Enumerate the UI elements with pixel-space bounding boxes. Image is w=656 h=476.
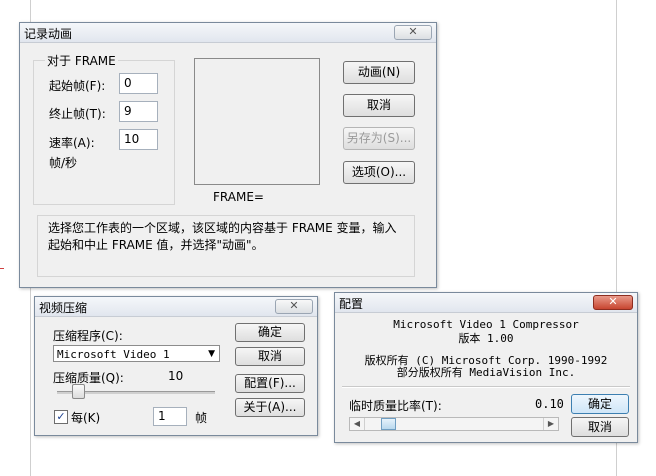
rate-label: 速率(A): — [49, 136, 95, 150]
chevron-down-icon: ▼ — [208, 349, 215, 359]
temporal-quality-label: 临时质量比率(T): — [349, 399, 442, 413]
compressor-label: 压缩程序(C): — [53, 329, 123, 343]
cancel-button[interactable]: 取消 — [235, 347, 305, 366]
quality-slider[interactable] — [57, 384, 215, 399]
about-button[interactable]: 关于(A)... — [235, 398, 305, 417]
temporal-quality-thumb[interactable] — [381, 418, 396, 430]
rate-unit-label: 帧/秒 — [49, 156, 78, 170]
cancel-button[interactable]: 取消 — [343, 94, 415, 117]
quality-slider-thumb[interactable] — [72, 384, 85, 399]
animate-button[interactable]: 动画(N) — [343, 61, 415, 84]
frame-group-title: 对于 FRAME — [45, 52, 118, 69]
compressor-value: Microsoft Video 1 — [57, 348, 170, 361]
every-frames-input[interactable]: 1 — [153, 407, 187, 426]
quality-value: 10 — [168, 369, 184, 383]
video-compression-dialog: 视频压缩 ✕ 压缩程序(C): Microsoft Video 1 ▼ 压缩质量… — [34, 296, 318, 436]
save-as-button[interactable]: 另存为(S)... — [343, 127, 415, 150]
separator — [342, 386, 630, 388]
record-animation-dialog: 记录动画 ✕ 对于 FRAME 起始帧(F): 0 终止帧(T): 9 速率(A… — [19, 22, 437, 288]
every-label: 每(K) — [71, 411, 101, 425]
record-animation-titlebar[interactable]: 记录动画 ✕ — [20, 23, 436, 43]
every-unit-label: 帧 — [195, 411, 208, 425]
close-icon[interactable]: ✕ — [394, 25, 432, 40]
scroll-left-icon[interactable]: ◀ — [350, 418, 365, 430]
video-compression-titlebar[interactable]: 视频压缩 ✕ — [35, 297, 317, 317]
end-frame-label: 终止帧(T): — [49, 107, 106, 121]
background-marker — [0, 268, 4, 269]
cancel-button[interactable]: 取消 — [571, 417, 629, 437]
end-frame-input[interactable]: 9 — [119, 101, 158, 122]
dialog-title: 记录动画 — [24, 27, 73, 41]
ok-button[interactable]: 确定 — [571, 394, 629, 414]
compressor-select[interactable]: Microsoft Video 1 ▼ — [53, 345, 220, 362]
product-version: 版本 1.00 — [458, 332, 514, 345]
description-panel: 选择您工作表的一个区域，该区域的内容基于 FRAME 变量，输入起始和中止 FR… — [37, 215, 415, 277]
description-text: 选择您工作表的一个区域，该区域的内容基于 FRAME 变量，输入起始和中止 FR… — [48, 221, 397, 252]
configure-button[interactable]: 配置(F)... — [235, 374, 305, 393]
frame-preview — [194, 58, 320, 185]
rate-input[interactable]: 10 — [119, 129, 158, 150]
frame-value-label: FRAME= — [213, 190, 264, 204]
start-frame-input[interactable]: 0 — [119, 73, 158, 94]
temporal-quality-value: 0.10 — [535, 397, 564, 411]
every-checkbox[interactable]: ✓ — [54, 410, 68, 424]
scroll-right-icon[interactable]: ▶ — [543, 418, 558, 430]
configure-titlebar[interactable]: 配置 ✕ — [335, 293, 637, 313]
temporal-quality-scrollbar[interactable]: ◀ ▶ — [349, 417, 559, 431]
dialog-title: 配置 — [339, 297, 364, 311]
dialog-title: 视频压缩 — [39, 301, 88, 315]
start-frame-label: 起始帧(F): — [49, 79, 106, 93]
copyright-line-2: 部分版权所有 MediaVision Inc. — [396, 366, 576, 379]
options-button[interactable]: 选项(O)... — [343, 161, 415, 184]
ok-button[interactable]: 确定 — [235, 323, 305, 342]
close-icon[interactable]: ✕ — [275, 299, 313, 314]
configure-dialog: 配置 ✕ Microsoft Video 1 Compressor 版本 1.0… — [334, 292, 638, 443]
close-icon[interactable]: ✕ — [593, 295, 633, 310]
